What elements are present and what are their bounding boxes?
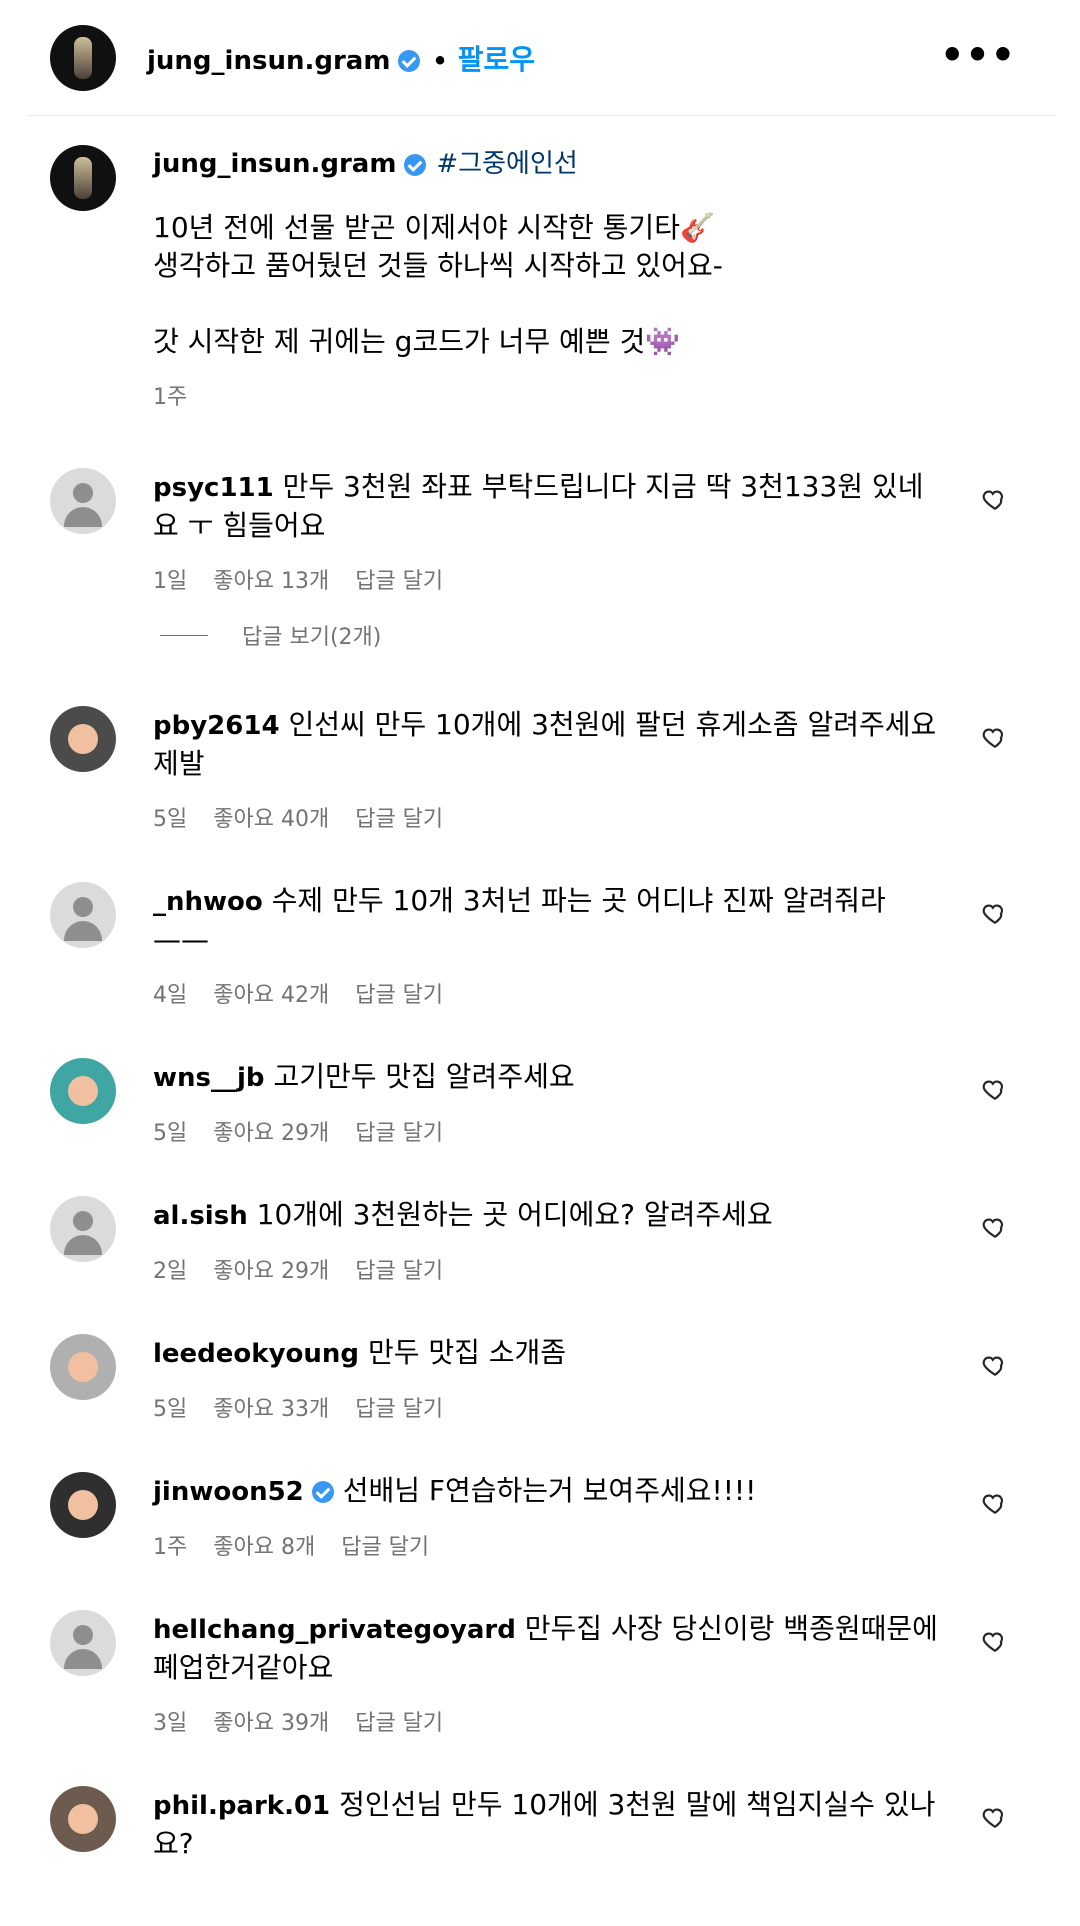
avatar[interactable] [50,1196,116,1262]
comment-likes[interactable]: 좋아요 42개 [213,977,329,1009]
reply-button[interactable]: 답글 달기 [355,563,443,595]
reply-button[interactable]: 답글 달기 [355,1115,443,1147]
comment-username[interactable]: phil.park.01 [153,1791,330,1821]
comment-likes[interactable]: 좋아요 29개 [213,1115,329,1147]
avatar-image [74,157,92,199]
verified-badge-icon [311,1481,334,1503]
divider-line [160,634,208,636]
post-comments-panel: jung_insun.gram • 팔로우 ••• jung_insun.gram #… [0,0,1080,1926]
comment-item: pby2614 인선씨 만두 10개에 3천원에 팔던 휴게소좀 알려주세요 제… [50,706,1030,833]
comment-text: 선배님 F연습하는거 보여주세요!!!! [342,1474,757,1507]
comment-time: 1일 [153,569,188,594]
reply-button[interactable]: 답글 달기 [355,1705,443,1737]
comment-username[interactable]: hellchang_privategoyard [153,1615,516,1645]
comment-item: phil.park.01 정인선님 만두 10개에 3천원 말에 책임지실수 있… [50,1786,1030,1863]
comment-item: hellchang_privategoyard 만두집 사장 당신이랑 백종원때… [50,1610,1030,1737]
comment-text: 10개에 3천원하는 곳 어디에요? 알려주세요 [256,1198,773,1231]
comment-username[interactable]: al.sish [153,1201,248,1231]
comment-likes[interactable]: 좋아요 39개 [213,1705,329,1737]
heart-icon[interactable] [982,900,1008,926]
avatar-image [68,1490,98,1520]
comment-item: leedeokyoung 만두 맛집 소개좀 5일 좋아요 33개 답글 달기 [50,1334,1030,1423]
comment-item: _nhwoo 수제 만두 10개 3처넌 파는 곳 어디냐 진짜 알려줘라 ——… [50,882,1030,1009]
comment-time: 4일 [153,983,188,1008]
post-header: jung_insun.gram • 팔로우 ••• [28,0,1056,116]
heart-icon[interactable] [982,1352,1008,1378]
comment-likes[interactable]: 좋아요 8개 [213,1529,315,1561]
heart-icon[interactable] [982,1490,1008,1516]
follow-button[interactable]: 팔로우 [458,43,535,76]
comment-time: 1주 [153,1535,188,1560]
reply-button[interactable]: 답글 달기 [355,1253,443,1285]
caption-time: 1주 [153,385,188,410]
avatar[interactable] [50,1610,116,1676]
comment-likes[interactable]: 좋아요 33개 [213,1391,329,1423]
username[interactable]: jung_insun.gram [147,46,390,76]
heart-icon[interactable] [982,1076,1008,1102]
avatar[interactable] [50,145,116,211]
comment-time: 2일 [153,1259,188,1284]
avatar-image [68,1352,98,1382]
verified-badge-icon [398,50,421,72]
avatar[interactable] [50,1058,116,1124]
avatar[interactable] [50,1472,116,1538]
comment-username[interactable]: jinwoon52 [153,1477,304,1507]
comment-likes[interactable]: 좋아요 40개 [213,801,329,833]
comment-username[interactable]: wns__jb [153,1063,265,1093]
comment-time: 3일 [153,1711,188,1736]
avatar-image [68,1076,98,1106]
view-replies-label[interactable]: 답글 보기(2개) [242,619,381,651]
avatar-image [74,36,92,79]
reply-button[interactable]: 답글 달기 [355,977,443,1009]
heart-icon[interactable] [982,1628,1008,1654]
comment-time: 5일 [153,807,188,832]
avatar[interactable] [50,468,116,534]
heart-icon[interactable] [982,1804,1008,1830]
reply-button[interactable]: 답글 달기 [355,1391,443,1423]
header-username[interactable]: jung_insun.gram • 팔로우 [147,38,535,78]
avatar[interactable] [50,24,116,91]
comment-username[interactable]: pby2614 [153,711,280,741]
more-options-icon[interactable]: ••• [940,36,1016,74]
comment-likes[interactable]: 좋아요 13개 [213,563,329,595]
avatar[interactable] [50,882,116,948]
separator: • [432,46,448,75]
hashtag-link[interactable]: #그중에인선 [436,149,577,179]
comment-username[interactable]: psyc111 [153,473,274,503]
comment-likes[interactable]: 좋아요 29개 [213,1253,329,1285]
comment-text: 고기만두 맛집 알려주세요 [273,1060,575,1093]
heart-icon[interactable] [982,1214,1008,1240]
caption: jung_insun.gram #그중에인선 10년 전에 선물 받곤 이제서야 … [50,145,1030,417]
comment-text: 만두 맛집 소개좀 [367,1336,567,1369]
comment-time: 5일 [153,1121,188,1146]
verified-badge-icon [404,153,427,176]
caption-username[interactable]: jung_insun.gram [153,149,396,179]
comment-username[interactable]: _nhwoo [153,887,263,917]
heart-icon[interactable] [982,724,1008,750]
avatar-image [68,724,98,754]
avatar[interactable] [50,706,116,772]
reply-button[interactable]: 답글 달기 [341,1529,429,1561]
heart-icon[interactable] [982,486,1008,512]
comment-time: 5일 [153,1397,188,1422]
comment-item: al.sish 10개에 3천원하는 곳 어디에요? 알려주세요 2일 좋아요 2… [50,1196,1030,1285]
view-replies[interactable]: 답글 보기(2개) [160,619,381,651]
caption-text: 10년 전에 선물 받곤 이제서야 시작한 통기타🎸 생각하고 품어뒀던 것들 … [153,211,723,358]
avatar-image [68,1804,98,1834]
comment-item: psyc111 만두 3천원 좌표 부탁드립니다 지금 딱 3천133원 있네요… [50,468,1030,595]
comment-item: jinwoon52 선배님 F연습하는거 보여주세요!!!! 1주 좋아요 8개 답… [50,1472,1030,1561]
avatar[interactable] [50,1334,116,1400]
avatar[interactable] [50,1786,116,1852]
comment-item: wns__jb 고기만두 맛집 알려주세요 5일 좋아요 29개 답글 달기 [50,1058,1030,1147]
reply-button[interactable]: 답글 달기 [355,801,443,833]
comment-username[interactable]: leedeokyoung [153,1339,359,1369]
comment-text: 수제 만두 10개 3처넌 파는 곳 어디냐 진짜 알려줘라 —— [153,884,886,956]
